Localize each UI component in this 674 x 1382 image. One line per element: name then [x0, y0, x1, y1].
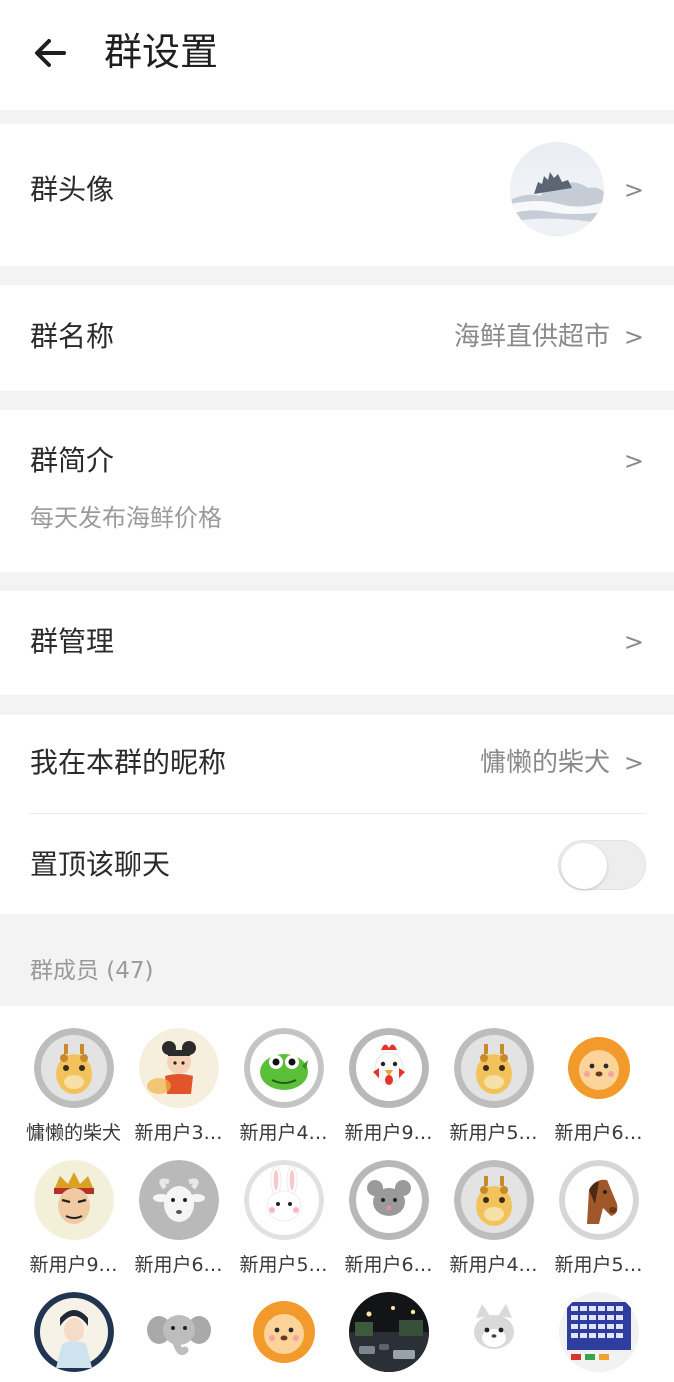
row-divider: [30, 813, 646, 814]
group-name-value: 海鲜直供超市: [453, 322, 610, 352]
member-item[interactable]: 新用户4…: [441, 1138, 546, 1276]
nickname-value: 慵懒的柴犬: [479, 748, 610, 778]
nezha-icon: [139, 1028, 219, 1108]
member-item[interactable]: 新用户5…: [546, 1138, 651, 1276]
group-name-row[interactable]: 群名称 海鲜直供超市 >: [0, 285, 674, 391]
member-item[interactable]: [546, 1270, 651, 1382]
member-item[interactable]: 新用户9…: [336, 1006, 441, 1144]
scholar-icon: [34, 1292, 114, 1372]
chevron-right-icon: >: [623, 749, 644, 777]
mouse-icon: [349, 1160, 429, 1240]
page-title: 群设置: [104, 30, 219, 74]
member-item[interactable]: 新用户5…: [441, 1006, 546, 1144]
dragon-icon: [244, 1028, 324, 1108]
group-manage-row[interactable]: 群管理 >: [0, 591, 674, 695]
group-intro-row[interactable]: 群简介 > 每天发布海鲜价格: [0, 410, 674, 572]
member-item[interactable]: [441, 1270, 546, 1382]
member-item[interactable]: [231, 1270, 336, 1382]
group-avatar-label: 群头像: [30, 173, 115, 206]
member-item[interactable]: 新用户6…: [546, 1006, 651, 1144]
general-icon: [34, 1160, 114, 1240]
pin-chat-toggle[interactable]: [558, 840, 646, 890]
member-item[interactable]: [126, 1270, 231, 1382]
pin-chat-label: 置顶该聊天: [30, 848, 171, 881]
member-item[interactable]: 新用户6…: [336, 1138, 441, 1276]
giraffe-icon: [34, 1028, 114, 1108]
keyboard-icon: [559, 1292, 639, 1372]
chevron-right-icon: >: [623, 447, 644, 475]
member-item[interactable]: 新用户5…: [231, 1138, 336, 1276]
rooster-icon: [349, 1028, 429, 1108]
member-item[interactable]: [21, 1270, 126, 1382]
elephant-icon: [139, 1292, 219, 1372]
members-grid: 慵懒的柴犬 新用户3… 新用户4… 新用户9… 新用户5… 新用户6… 新用户9…: [0, 1006, 674, 1382]
member-item[interactable]: 新用户3…: [126, 1006, 231, 1144]
giraffe-icon: [454, 1028, 534, 1108]
giraffe-icon: [454, 1160, 534, 1240]
personal-settings-card: 我在本群的昵称 慵懒的柴犬 > 置顶该聊天: [0, 715, 674, 914]
group-name-label: 群名称: [30, 320, 115, 353]
arrow-left-icon[interactable]: [28, 30, 74, 76]
group-manage-label: 群管理: [30, 625, 115, 658]
horse-icon: [559, 1160, 639, 1240]
group-intro-label: 群简介: [30, 444, 115, 477]
lion-icon: [244, 1292, 324, 1372]
group-avatar-image[interactable]: [510, 142, 604, 236]
nickname-row[interactable]: 我在本群的昵称 慵懒的柴犬 >: [0, 715, 674, 813]
member-item[interactable]: 新用户4…: [231, 1006, 336, 1144]
rabbit-icon: [244, 1160, 324, 1240]
top-bar: 群设置: [0, 0, 674, 110]
group-intro-text: 每天发布海鲜价格: [30, 504, 222, 532]
member-item[interactable]: 慵懒的柴犬: [21, 1006, 126, 1144]
toggle-knob: [561, 843, 607, 889]
cat-icon: [454, 1292, 534, 1372]
goat-icon: [139, 1160, 219, 1240]
nickname-label: 我在本群的昵称: [30, 746, 227, 779]
group-avatar-row[interactable]: 群头像 >: [0, 124, 674, 266]
member-item[interactable]: 新用户9…: [21, 1138, 126, 1276]
lion-icon: [559, 1028, 639, 1108]
chevron-right-icon: >: [623, 323, 644, 351]
chevron-right-icon: >: [623, 176, 644, 204]
members-section-title: 群成员 (47): [30, 958, 154, 984]
member-item[interactable]: [336, 1270, 441, 1382]
chevron-right-icon: >: [623, 628, 644, 656]
member-item[interactable]: 新用户6…: [126, 1138, 231, 1276]
night-street-photo: [349, 1292, 429, 1372]
